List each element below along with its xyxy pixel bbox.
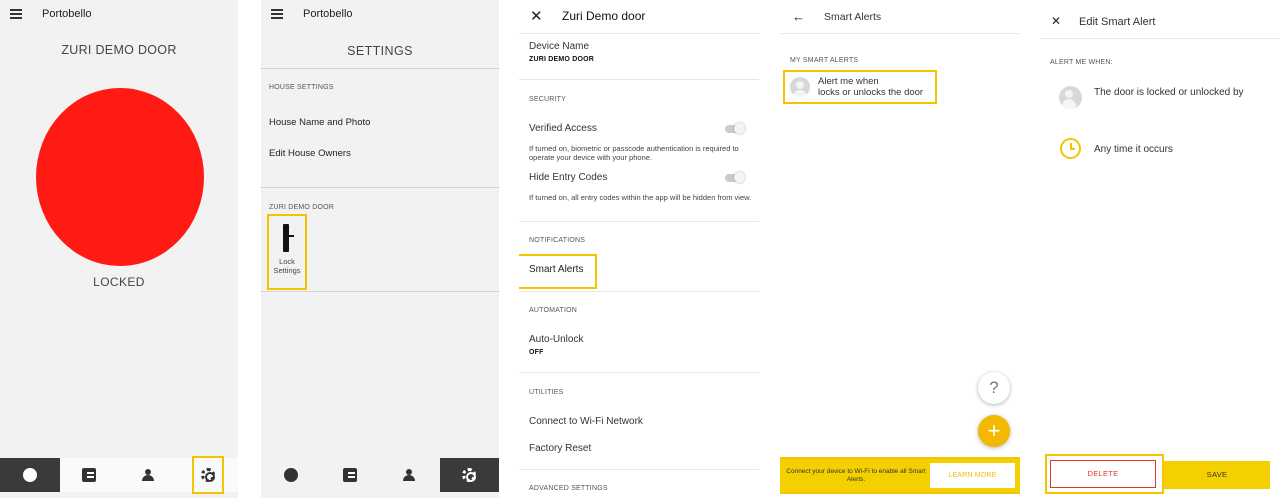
lock-status-button[interactable] [36, 88, 204, 266]
wifi-banner-message: Connect your device to Wi-Fi to enable a… [786, 468, 926, 483]
verified-access-help: If turned on, biometric or passcode auth… [529, 144, 739, 162]
divider [261, 68, 499, 69]
page-title: Zuri Demo door [562, 9, 646, 23]
house-settings-label: HOUSE SETTINGS [269, 84, 334, 91]
delete-highlight: DELETE [1045, 454, 1164, 494]
divider [780, 33, 1020, 34]
door-title: ZURI DEMO DOOR [61, 43, 177, 57]
alert-me-when-label: ALERT ME WHEN: [1050, 59, 1113, 66]
house-name: Portobello [42, 8, 92, 20]
nav-settings-tab[interactable] [179, 456, 239, 494]
lock-settings-tile[interactable]: Lock Settings [267, 214, 307, 290]
security-label: SECURITY [529, 96, 566, 103]
divider [519, 221, 759, 222]
back-arrow-icon[interactable]: ← [792, 9, 805, 24]
settings-screen: Portobello SETTINGS HOUSE SETTINGS House… [261, 0, 499, 498]
nav-lock-tab[interactable] [0, 458, 60, 492]
nav-users-tab[interactable] [380, 458, 440, 492]
utilities-label: UTILITIES [529, 389, 564, 396]
hamburger-menu-icon[interactable] [10, 9, 22, 19]
divider [519, 372, 759, 373]
hide-entry-codes-toggle[interactable] [725, 172, 745, 183]
door-section-label: ZURI DEMO DOOR [269, 204, 335, 211]
circle-icon [283, 468, 298, 482]
automation-label: AUTOMATION [529, 307, 578, 314]
lock-device-icon [283, 224, 294, 252]
divider [261, 187, 499, 188]
user-avatar-icon [790, 77, 810, 97]
auto-unlock-value: OFF [529, 349, 544, 356]
house-name-photo-item[interactable]: House Name and Photo [269, 117, 370, 128]
lock-settings-screen: ✕ Zuri Demo door Device Name ZURI DEMO D… [519, 0, 759, 498]
alert-line-1: Alert me when [818, 76, 879, 87]
edit-smart-alert-screen: ✕ Edit Smart Alert ALERT ME WHEN: The do… [1040, 0, 1280, 498]
lock-settings-label: Lock Settings [273, 257, 301, 275]
hide-entry-codes-label: Hide Entry Codes [529, 172, 608, 183]
save-button[interactable]: SAVE [1164, 461, 1270, 489]
house-name: Portobello [303, 8, 353, 20]
nav-users-tab[interactable] [119, 458, 179, 492]
condition-time-item[interactable]: Any time it occurs [1094, 144, 1173, 155]
close-icon[interactable]: ✕ [530, 9, 543, 24]
user-avatar-icon [1059, 86, 1082, 109]
auto-unlock-label[interactable]: Auto-Unlock [529, 334, 583, 345]
my-smart-alerts-label: MY SMART ALERTS [790, 57, 859, 64]
gear-icon [462, 468, 477, 482]
page-title: Edit Smart Alert [1079, 16, 1156, 28]
divider [1040, 38, 1280, 39]
bottom-nav [261, 458, 499, 492]
page-title: Smart Alerts [824, 11, 882, 23]
circle-icon [22, 468, 37, 482]
divider [519, 291, 759, 292]
divider [261, 291, 499, 292]
nav-history-tab[interactable] [321, 458, 381, 492]
smart-alerts-label: Smart Alerts [529, 264, 584, 275]
nav-history-tab[interactable] [60, 458, 120, 492]
hamburger-menu-icon[interactable] [271, 9, 283, 19]
close-icon[interactable]: ✕ [1051, 15, 1061, 27]
bottom-nav [0, 456, 239, 494]
verified-access-label: Verified Access [529, 123, 597, 134]
alert-line-2: locks or unlocks the door [818, 87, 924, 98]
smart-alert-text: Alert me when locks or unlocks the door [818, 76, 923, 98]
list-icon [343, 468, 358, 482]
divider [519, 79, 759, 80]
smart-alerts-screen: ← Smart Alerts MY SMART ALERTS Alert me … [780, 0, 1020, 498]
nav-settings-tab[interactable] [439, 458, 499, 492]
divider [519, 469, 759, 470]
device-name-value[interactable]: ZURI DEMO DOOR [529, 56, 594, 63]
page-title: SETTINGS [347, 44, 413, 58]
clock-icon [1060, 138, 1081, 159]
smart-alert-item[interactable]: Alert me when locks or unlocks the door [783, 70, 937, 104]
condition-user-item[interactable]: The door is locked or unlocked by [1094, 87, 1244, 98]
gear-icon [201, 468, 215, 482]
smart-alerts-item[interactable]: Smart Alerts [519, 254, 597, 289]
users-icon [402, 469, 417, 481]
device-name-label: Device Name [529, 41, 590, 52]
factory-reset-item[interactable]: Factory Reset [529, 443, 591, 454]
nav-lock-tab[interactable] [261, 458, 321, 492]
add-alert-button[interactable]: + [978, 415, 1010, 447]
connect-wifi-item[interactable]: Connect to Wi-Fi Network [529, 416, 643, 427]
wifi-banner: Connect your device to Wi-Fi to enable a… [780, 457, 1020, 494]
learn-more-button[interactable]: LEARN MORE [930, 463, 1015, 488]
help-button[interactable]: ? [978, 372, 1010, 404]
divider [519, 33, 759, 34]
lock-home-screen: Portobello ZURI DEMO DOOR LOCKED [0, 0, 238, 498]
verified-access-toggle[interactable] [725, 123, 745, 134]
advanced-settings-label: ADVANCED SETTINGS [529, 485, 608, 492]
settings-highlight [192, 456, 224, 494]
delete-button[interactable]: DELETE [1050, 460, 1156, 488]
list-icon [82, 468, 97, 482]
lock-status-label: LOCKED [93, 275, 145, 289]
notifications-label: NOTIFICATIONS [529, 237, 586, 244]
users-icon [141, 469, 156, 481]
top-bar: Portobello [0, 0, 238, 30]
edit-house-owners-item[interactable]: Edit House Owners [269, 148, 351, 159]
hide-entry-codes-help: If turned on, all entry codes within the… [529, 193, 752, 202]
